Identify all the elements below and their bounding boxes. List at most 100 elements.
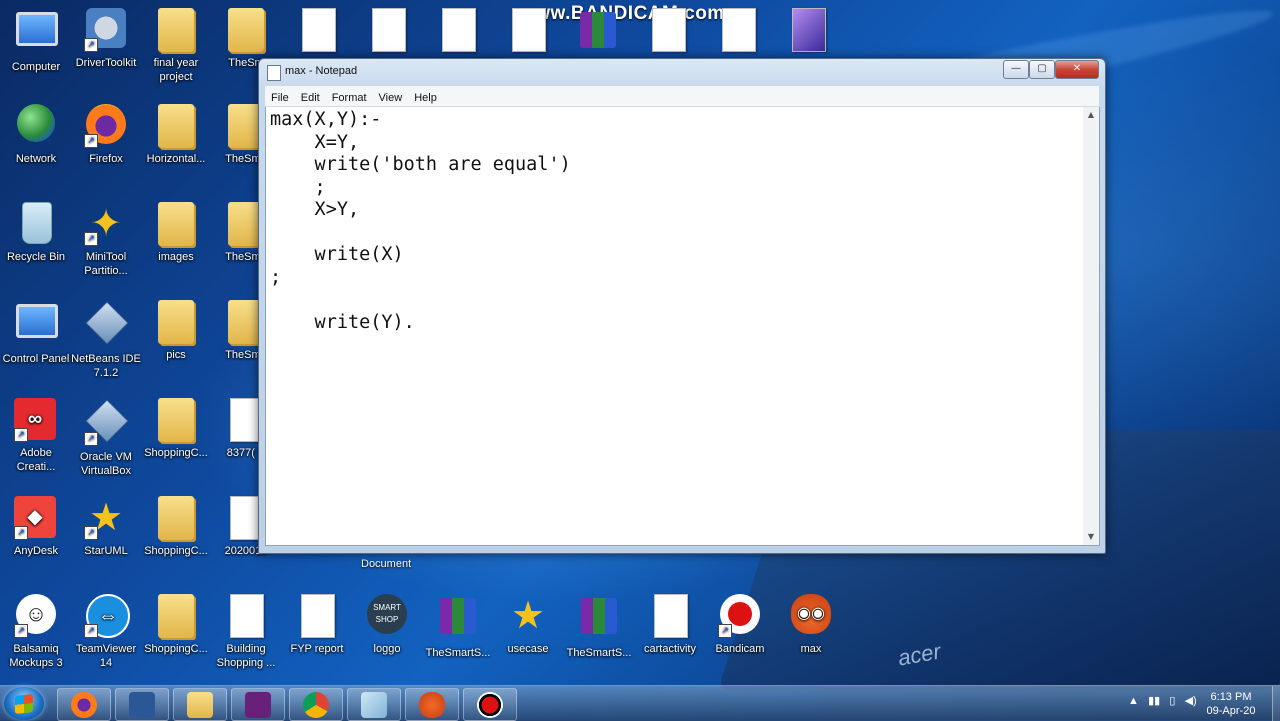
taskbar-explorer[interactable] xyxy=(173,688,227,721)
desktop-icon-thesmarts-1[interactable]: TheSmartS... xyxy=(422,594,494,660)
desktop-icon-fyp-report[interactable]: FYP report xyxy=(281,594,353,656)
desktop-icon-final-year-project[interactable]: final year project xyxy=(140,8,212,84)
word-doc-icon xyxy=(372,8,406,52)
scroll-up-arrow-icon[interactable]: ▲ xyxy=(1083,107,1099,123)
battery-icon[interactable]: ▯ xyxy=(1169,695,1175,707)
desktop-icon-top-rar[interactable] xyxy=(562,8,634,60)
network-icon xyxy=(17,104,55,142)
file-icon xyxy=(442,8,476,52)
menu-help[interactable]: Help xyxy=(408,89,443,108)
desktop-icon-staruml[interactable]: ★ ↗ StarUML xyxy=(70,496,142,558)
file-icon xyxy=(230,594,264,638)
clock[interactable]: 6:13 PM 09-Apr-20 xyxy=(1196,690,1266,718)
folder-icon xyxy=(158,202,194,246)
desktop-icon-anydesk[interactable]: ◆ ↗ AnyDesk xyxy=(0,496,72,558)
editor-content[interactable]: max(X,Y):- X=Y, write('both are equal') … xyxy=(266,107,1084,336)
desktop-icon-adobe[interactable]: ∞ ↗ Adobe Creati... xyxy=(0,398,72,474)
desktop-icon-netbeans[interactable]: NetBeans IDE 7.1.2 xyxy=(70,300,142,380)
control-panel-icon xyxy=(16,304,58,338)
desktop-icon-horizontal[interactable]: Horizontal... xyxy=(140,104,212,166)
desktop-icon-max[interactable]: ◉◉ max xyxy=(775,594,847,656)
taskbar-visual-studio[interactable] xyxy=(231,688,285,721)
owl-icon: ◉◉ xyxy=(791,594,831,634)
owl-icon xyxy=(419,692,445,718)
menu-view[interactable]: View xyxy=(373,89,409,108)
network-icon[interactable]: ▮▮ xyxy=(1148,695,1160,707)
taskbar-notepad[interactable] xyxy=(347,688,401,721)
taskbar-firefox[interactable] xyxy=(57,688,111,721)
desktop-icon-control-panel[interactable]: Control Panel xyxy=(0,300,72,366)
folder-icon xyxy=(158,496,194,540)
desktop-icon-thesmarts-2[interactable]: TheSmartS... xyxy=(563,594,635,660)
word-icon xyxy=(129,692,155,718)
show-hidden-icon[interactable]: ▲ xyxy=(1128,695,1139,707)
maximize-button[interactable]: ▢ xyxy=(1029,60,1055,79)
visual-studio-icon xyxy=(245,692,271,718)
file-icon xyxy=(512,8,546,52)
desktop-icon-virtualbox[interactable]: ↗ Oracle VM VirtualBox xyxy=(70,398,142,478)
desktop-icon-teamviewer[interactable]: ⇔ ↗ TeamViewer 14 xyxy=(70,594,142,670)
desktop-icon-images[interactable]: images xyxy=(140,202,212,264)
start-button[interactable] xyxy=(4,687,44,720)
desktop-icon-recycle-bin[interactable]: Recycle Bin xyxy=(0,202,72,264)
desktop-icon-cartactivity[interactable]: cartactivity xyxy=(634,594,706,656)
desktop-icon-top-file-1[interactable] xyxy=(282,8,354,56)
notepad-icon xyxy=(361,692,387,718)
vertical-scrollbar[interactable]: ▲ ▼ xyxy=(1083,107,1100,546)
desktop-icon-top-file-2[interactable] xyxy=(422,8,494,56)
image-file-icon xyxy=(792,8,826,52)
text-editor[interactable]: max(X,Y):- X=Y, write('both are equal') … xyxy=(265,107,1085,546)
desktop-icon-top-phone[interactable] xyxy=(772,8,844,56)
minimize-button[interactable]: — xyxy=(1003,60,1029,79)
notepad-window[interactable]: max - Notepad — ▢ ✕ File Edit Format View He… xyxy=(258,58,1106,554)
desktop-icon-pics[interactable]: pics xyxy=(140,300,212,362)
notepad-icon xyxy=(267,65,281,81)
chrome-icon xyxy=(303,692,329,718)
desktop-icon-minitool[interactable]: ✦ ↗ MiniTool Partitio... xyxy=(70,202,142,278)
desktop-icon-building-shopping[interactable]: Building Shopping ... xyxy=(210,594,282,670)
title-bar[interactable]: max - Notepad — ▢ ✕ xyxy=(259,59,1105,85)
document-label[interactable]: Document xyxy=(361,558,411,570)
file-icon xyxy=(654,594,688,638)
desktop-icon-usecase[interactable]: ★ usecase xyxy=(492,594,564,656)
desktop-icon-shoppingc-3[interactable]: ShoppingC... xyxy=(140,594,212,656)
desktop-icon-drivertoolkit[interactable]: ↗ DriverToolkit xyxy=(70,8,142,70)
folder-icon xyxy=(158,8,194,52)
taskbar-owl[interactable] xyxy=(405,688,459,721)
folder-icon xyxy=(158,104,194,148)
menu-format[interactable]: Format xyxy=(326,89,373,108)
netbeans-icon xyxy=(85,301,129,345)
taskbar-bandicam[interactable] xyxy=(463,688,517,721)
show-desktop-button[interactable] xyxy=(1272,686,1280,721)
menu-edit[interactable]: Edit xyxy=(295,89,326,108)
close-button[interactable]: ✕ xyxy=(1055,60,1099,79)
bandicam-icon xyxy=(477,692,503,718)
desktop-icon-loggo[interactable]: SMART SHOP loggo xyxy=(351,594,423,656)
scroll-down-arrow-icon[interactable]: ▼ xyxy=(1083,529,1099,545)
recycle-bin-icon xyxy=(22,202,52,244)
taskbar: ▲ ▮▮ ▯ ◀) 6:13 PM 09-Apr-20 xyxy=(0,685,1280,721)
image-file-icon xyxy=(652,8,686,52)
clock-date: 09-Apr-20 xyxy=(1206,705,1256,717)
desktop-icon-top-shop[interactable] xyxy=(632,8,704,56)
desktop-icon-balsamiq[interactable]: ☺ ↗ Balsamiq Mockups 3 xyxy=(0,594,72,670)
smart-shop-icon: SMART SHOP xyxy=(367,594,407,634)
desktop-icon-network[interactable]: Network xyxy=(0,104,72,166)
desktop-icon-top-word[interactable] xyxy=(352,8,424,56)
volume-icon[interactable]: ◀) xyxy=(1185,695,1197,707)
desktop-icon-bandicam[interactable]: ↗ Bandicam xyxy=(704,594,776,656)
menu-file[interactable]: File xyxy=(265,89,295,108)
desktop-icon-top-file-4[interactable] xyxy=(702,8,774,56)
taskbar-chrome[interactable] xyxy=(289,688,343,721)
word-doc-icon xyxy=(301,594,335,638)
firefox-icon xyxy=(71,692,97,718)
winrar-icon xyxy=(440,598,476,634)
menu-bar: File Edit Format View Help xyxy=(265,86,1099,107)
desktop-icon-shoppingc-2[interactable]: ShoppingC... xyxy=(140,496,212,558)
desktop-icon-firefox[interactable]: ↗ Firefox xyxy=(70,104,142,166)
desktop-icon-top-file-3[interactable] xyxy=(492,8,564,56)
taskbar-word[interactable] xyxy=(115,688,169,721)
desktop-icon-computer[interactable]: Computer xyxy=(0,8,72,74)
desktop-icon-shoppingc-1[interactable]: ShoppingC... xyxy=(140,398,212,460)
winrar-icon xyxy=(580,12,616,48)
